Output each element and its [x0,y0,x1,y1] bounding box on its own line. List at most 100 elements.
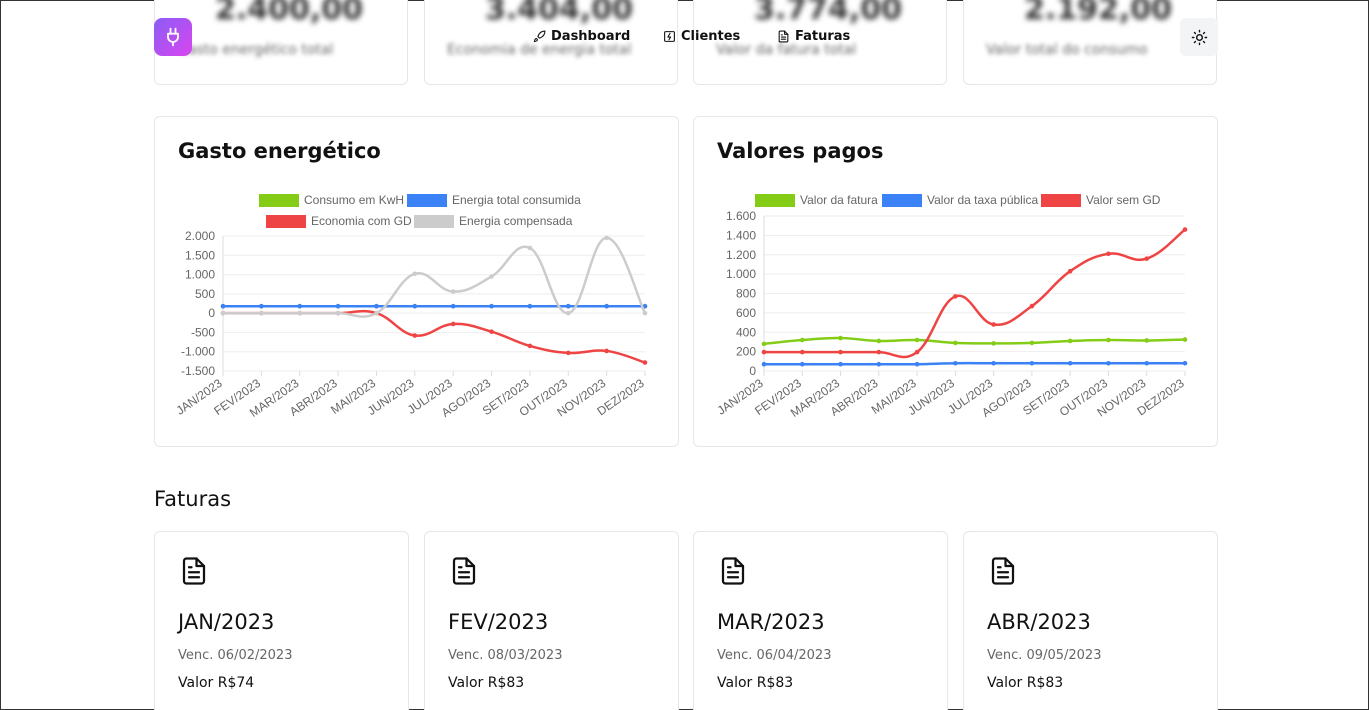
data-point [642,360,648,365]
data-point [565,303,571,309]
data-point [991,360,996,366]
paid-chart-card: Valores pagos 1.600 1.400 1.200 1.000 800 600… [693,116,1218,447]
data-point [1106,251,1111,257]
data-point [604,235,609,241]
zap-icon [664,31,675,42]
nav-clientes-label: Clientes [681,29,741,44]
data-point [1029,303,1035,309]
data-point [1144,256,1150,261]
data-point [761,361,767,367]
data-point [527,303,533,309]
invoice-value: Valor R$74 [178,675,255,691]
data-point [297,303,303,309]
data-point [914,349,920,355]
nav-faturas[interactable]: Faturas [777,29,850,44]
data-point [565,350,571,356]
invoice-due-date: Venc. 08/03/2023 [448,648,563,663]
data-point [374,310,379,316]
invoice-value: Valor R$83 [448,675,525,691]
y-tick-label: -500 [191,325,215,339]
legend-swatch [414,215,454,228]
data-point [450,289,456,294]
data-point [953,360,958,366]
data-point [489,329,494,334]
nav-clientes[interactable]: Clientes [663,29,740,44]
invoice-month: JAN/2023 [178,610,275,634]
theme-toggle-button[interactable] [1180,18,1218,56]
data-point [1106,360,1111,366]
data-point [761,349,767,355]
data-point [991,322,996,327]
nav-faturas-label: Faturas [795,29,851,44]
data-point [838,361,843,367]
data-point [335,303,341,309]
y-tick-label: 0 [749,364,756,378]
energy-chart-card: Gasto energético 2.000 1.500 1.000 500 0 -500… [154,116,679,447]
data-point [1067,338,1073,344]
data-point [642,310,648,316]
invoices-section-title: Faturas [154,487,232,511]
data-point [838,349,843,355]
data-point [876,349,882,355]
legend-label: Economia com GD [311,214,412,228]
legend-swatch [755,194,795,207]
data-point [1067,360,1073,366]
data-point [297,310,303,316]
invoice-due-date: Venc. 06/02/2023 [178,648,293,663]
data-point [259,310,264,316]
data-point [914,337,920,343]
main-nav: Dashboard Clientes Faturas [1,29,1368,47]
file-text-icon [721,557,745,585]
y-tick-label: 1.000 [726,267,756,281]
nav-dashboard[interactable]: Dashboard [533,29,630,44]
data-point [799,349,805,355]
stat-value: 2.400,00 [215,0,364,27]
data-point [220,303,226,309]
data-point [1029,340,1035,346]
legend-label: Valor da taxa pública [927,193,1039,207]
invoice-card[interactable]: ABR/2023 Venc. 09/05/2023 Valor R$83 [963,531,1218,710]
y-tick-label: 1.000 [185,268,215,282]
data-point [991,341,996,346]
data-point [1182,227,1188,232]
data-point [876,338,882,344]
invoice-card[interactable]: JAN/2023 Venc. 06/02/2023 Valor R$74 [154,531,409,710]
y-tick-label: 1.200 [726,248,756,262]
invoice-card[interactable]: FEV/2023 Venc. 08/03/2023 Valor R$83 [424,531,679,710]
data-point [799,361,805,367]
invoice-month: ABR/2023 [987,610,1091,634]
legend-label: Valor da fatura [800,193,878,207]
invoice-value: Valor R$83 [987,675,1064,691]
data-point [1106,337,1111,343]
file-text-icon [452,557,476,585]
data-point [953,294,958,299]
data-point [450,303,456,309]
y-tick-label: -1.500 [181,364,215,378]
data-point [489,303,494,309]
y-tick-label: 800 [736,287,756,301]
y-tick-label: 1.400 [726,228,756,242]
stat-value: 2.192,00 [1024,0,1173,27]
paid-chart: 1.6001.4001.2001.0008006004002000JAN/202… [715,193,1188,420]
data-point [1144,360,1150,366]
data-point [953,340,958,346]
y-tick-label: 1.500 [185,248,215,262]
invoice-month: MAR/2023 [717,610,825,634]
stat-value: 3.774,00 [754,0,903,27]
nav-dashboard-label: Dashboard [551,29,631,44]
y-tick-label: 400 [736,325,756,339]
series-line [763,336,1186,346]
legend-label: Valor sem GD [1086,193,1161,207]
invoice-month: FEV/2023 [448,610,549,634]
data-point [1144,338,1150,343]
invoice-card[interactable]: MAR/2023 Venc. 06/04/2023 Valor R$83 [693,531,948,710]
data-point [412,271,418,277]
data-point [412,333,418,338]
y-tick-label: 2.000 [185,229,215,243]
legend-label: Energia compensada [459,214,573,228]
y-tick-label: 600 [736,306,756,320]
data-point [1182,337,1188,342]
data-point [335,310,341,316]
invoice-due-date: Venc. 09/05/2023 [987,648,1102,663]
series-line [763,361,1185,366]
